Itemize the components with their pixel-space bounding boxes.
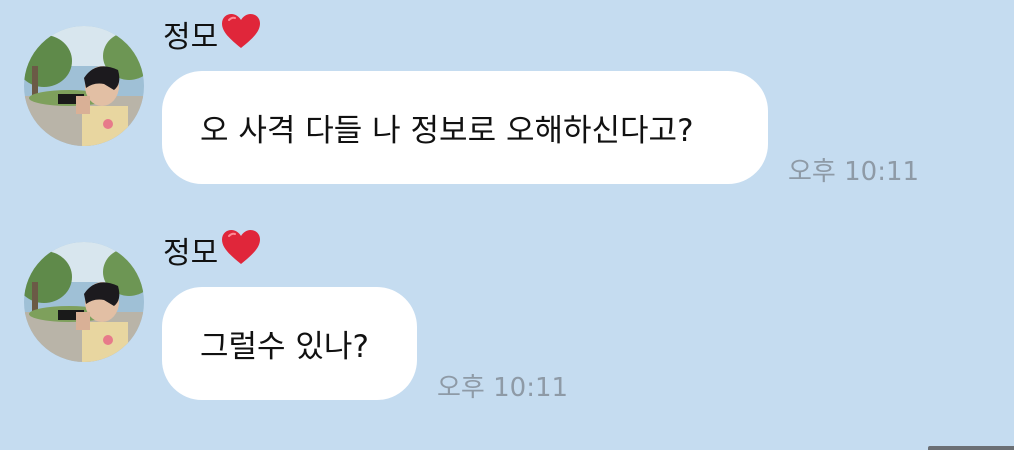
avatar[interactable] [24,26,144,146]
message-timestamp: 오후 10:11 [788,157,920,187]
heart-icon [220,228,262,277]
sender-name-text: 정모 [163,236,219,271]
message-text: 오 사격 다들 나 정보로 오해하신다고? [200,113,694,149]
heart-icon [220,12,262,61]
corner-indicator [928,446,1014,450]
sender-name: 정모 [163,230,262,277]
avatar-photo [24,26,144,146]
message-row: 정모 그럴수 있나? 오후 10:11 [0,216,1014,416]
sender-name: 정모 [163,14,262,61]
message-timestamp: 오후 10:11 [437,373,569,403]
avatar[interactable] [24,242,144,362]
avatar-photo [24,242,144,362]
sender-name-text: 정모 [163,20,219,55]
message-text: 그럴수 있나? [200,329,369,365]
message-bubble[interactable]: 그럴수 있나? [162,287,417,400]
message-row: 정모 오 사격 다들 나 정보로 오해하신다고? 오후 10:11 [0,0,1014,200]
message-bubble[interactable]: 오 사격 다들 나 정보로 오해하신다고? [162,71,768,184]
